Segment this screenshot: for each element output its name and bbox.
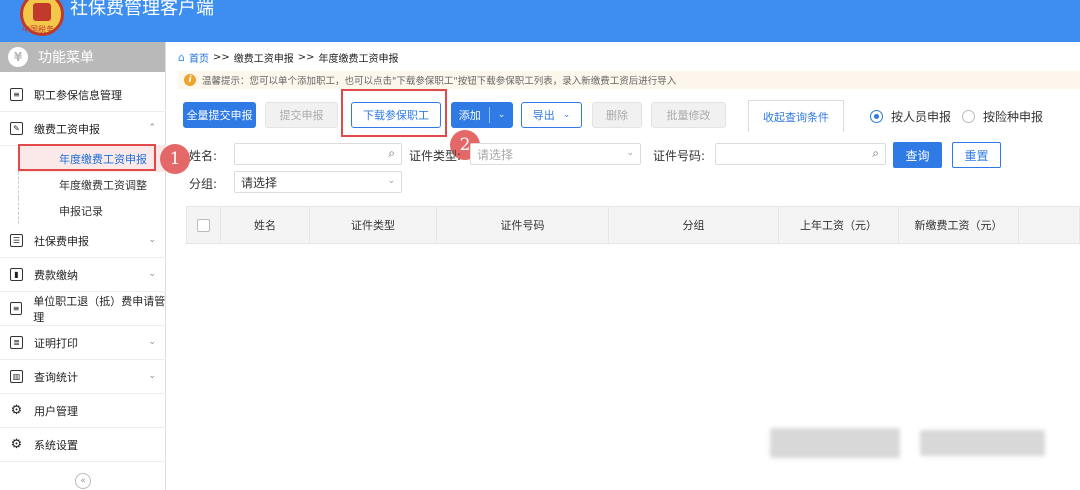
collapse-query-tab[interactable]: 收起查询条件 bbox=[748, 100, 844, 132]
radio-by-insurance[interactable]: 按险种申报 bbox=[962, 108, 1043, 125]
submit-button[interactable]: 提交申报 bbox=[265, 102, 338, 128]
sidebar-subitem-annual-wage-adjustment[interactable]: 年度缴费工资调整 bbox=[18, 172, 166, 198]
column-header-last-year-wage[interactable]: 上年工资（元） bbox=[779, 207, 899, 243]
chart-icon: ▥ bbox=[10, 370, 23, 383]
name-label: 姓名: bbox=[189, 149, 218, 163]
breadcrumb: ⌂ 首页 >> 缴费工资申报 >> 年度缴费工资申报 bbox=[178, 50, 399, 65]
chevron-up-icon: ⌃ bbox=[148, 123, 156, 133]
column-header-id-type[interactable]: 证件类型 bbox=[310, 207, 437, 243]
id-number-input[interactable]: ⌕ bbox=[715, 143, 886, 165]
chevron-down-icon: ⌄ bbox=[148, 269, 156, 279]
sidebar-item-system-settings[interactable]: ⚙ 系统设置 bbox=[0, 428, 166, 462]
column-header-group[interactable]: 分组 bbox=[609, 207, 779, 243]
chevron-down-icon: ⌄ bbox=[387, 176, 395, 186]
function-menu-title: 功能菜单 bbox=[38, 50, 94, 66]
select-all-checkbox[interactable] bbox=[187, 207, 221, 243]
breadcrumb-level1[interactable]: 缴费工资申报 bbox=[234, 50, 294, 65]
function-menu-header: ¥ 功能菜单 bbox=[0, 42, 165, 72]
tip-banner: i 温馨提示：您可以单个添加职工，也可以点击"下载参保职工"按钮下载参保职工列表… bbox=[178, 71, 1080, 89]
reset-button[interactable]: 重置 bbox=[952, 142, 1001, 168]
sidebar: ¥ 功能菜单 ≡ 职工参保信息管理 ✎ 缴费工资申报 ⌃ 年度缴费工资申报 年度… bbox=[0, 42, 166, 490]
home-icon: ⌂ bbox=[178, 51, 185, 64]
print-icon: ≣ bbox=[10, 336, 23, 349]
add-button[interactable]: 添加 ⌄ bbox=[451, 102, 513, 128]
radio-unchecked-icon bbox=[962, 110, 975, 123]
list-icon: ≡ bbox=[10, 88, 23, 101]
sidebar-item-query-statistics[interactable]: ▥ 查询统计 ⌄ bbox=[0, 360, 166, 394]
blurred-watermark-right bbox=[920, 430, 1045, 456]
sidebar-collapse-button[interactable]: « bbox=[75, 473, 91, 489]
sidebar-item-user-management[interactable]: ⚙ 用户管理 bbox=[0, 394, 166, 428]
query-button[interactable]: 查询 bbox=[893, 142, 942, 168]
id-type-label: 证件类型: bbox=[409, 149, 462, 163]
id-type-select[interactable]: 请选择 ⌄ bbox=[470, 143, 641, 165]
radio-checked-icon bbox=[870, 110, 883, 123]
app-header: 中国税务 社保费管理客户端 bbox=[0, 0, 1080, 42]
yen-icon: ¥ bbox=[8, 47, 28, 67]
column-header-new-wage[interactable]: 新缴费工资（元） bbox=[899, 207, 1019, 243]
id-number-label: 证件号码: bbox=[653, 149, 706, 163]
employee-table: 姓名 证件类型 证件号码 分组 上年工资（元） 新缴费工资（元） bbox=[186, 206, 1080, 244]
batch-edit-button[interactable]: 批量修改 bbox=[651, 102, 726, 128]
blurred-watermark-left bbox=[770, 428, 900, 458]
gear-icon: ⚙ bbox=[10, 403, 23, 418]
tip-text: 温馨提示：您可以单个添加职工，也可以点击"下载参保职工"按钮下载参保职工列表，录… bbox=[202, 76, 677, 87]
sidebar-item-employee-info[interactable]: ≡ 职工参保信息管理 bbox=[0, 78, 166, 112]
chevron-down-icon: ⌄ bbox=[148, 235, 156, 245]
step1-highlight-box bbox=[18, 144, 156, 171]
edit-icon: ✎ bbox=[10, 122, 23, 135]
delete-button[interactable]: 删除 bbox=[592, 102, 642, 128]
step1-badge: 1 bbox=[160, 144, 190, 174]
step2-highlight-box bbox=[341, 89, 447, 137]
breadcrumb-home[interactable]: 首页 bbox=[189, 50, 209, 65]
sidebar-item-social-security-declaration[interactable]: ☰ 社保费申报 ⌄ bbox=[0, 224, 166, 258]
radio-by-person[interactable]: 按人员申报 bbox=[870, 108, 951, 125]
gear-icon: ⚙ bbox=[10, 437, 23, 452]
form-icon: ☰ bbox=[10, 234, 23, 247]
chevron-down-icon: ⌄ bbox=[148, 337, 156, 347]
sidebar-item-refund-management[interactable]: ≡ 单位职工退（抵）费申请管理 bbox=[0, 292, 166, 326]
submit-all-button[interactable]: 全量提交申报 bbox=[183, 102, 256, 128]
chevron-down-icon: ⌄ bbox=[497, 110, 506, 120]
info-icon: i bbox=[184, 74, 196, 86]
chevron-down-icon: ⌄ bbox=[148, 371, 156, 381]
sidebar-item-fee-payment[interactable]: ▮ 费款缴纳 ⌄ bbox=[0, 258, 166, 292]
book-icon: ▮ bbox=[10, 268, 23, 281]
name-input[interactable]: ⌕ bbox=[234, 143, 402, 165]
sidebar-item-wage-declaration[interactable]: ✎ 缴费工资申报 ⌃ bbox=[0, 112, 166, 146]
group-label: 分组: bbox=[189, 177, 218, 191]
app-title: 社保费管理客户端 bbox=[70, 0, 214, 19]
table-header: 姓名 证件类型 证件号码 分组 上年工资（元） 新缴费工资（元） bbox=[186, 206, 1080, 244]
list-icon: ≡ bbox=[10, 302, 23, 315]
breadcrumb-level2: 年度缴费工资申报 bbox=[318, 54, 399, 65]
sidebar-item-certificate-print[interactable]: ≣ 证明打印 ⌄ bbox=[0, 326, 166, 360]
search-icon[interactable]: ⌕ bbox=[388, 146, 395, 161]
chevron-down-icon: ⌄ bbox=[562, 110, 571, 120]
column-header-id-number[interactable]: 证件号码 bbox=[437, 207, 609, 243]
sidebar-subitem-declaration-records[interactable]: 申报记录 bbox=[18, 198, 166, 224]
search-icon[interactable]: ⌕ bbox=[872, 146, 879, 161]
export-button[interactable]: 导出 ⌄ bbox=[521, 102, 582, 128]
chevron-down-icon: ⌄ bbox=[626, 148, 634, 158]
column-header-name[interactable]: 姓名 bbox=[221, 207, 310, 243]
logo-caption: 中国税务 bbox=[22, 25, 54, 34]
group-select[interactable]: 请选择 ⌄ bbox=[234, 171, 402, 193]
